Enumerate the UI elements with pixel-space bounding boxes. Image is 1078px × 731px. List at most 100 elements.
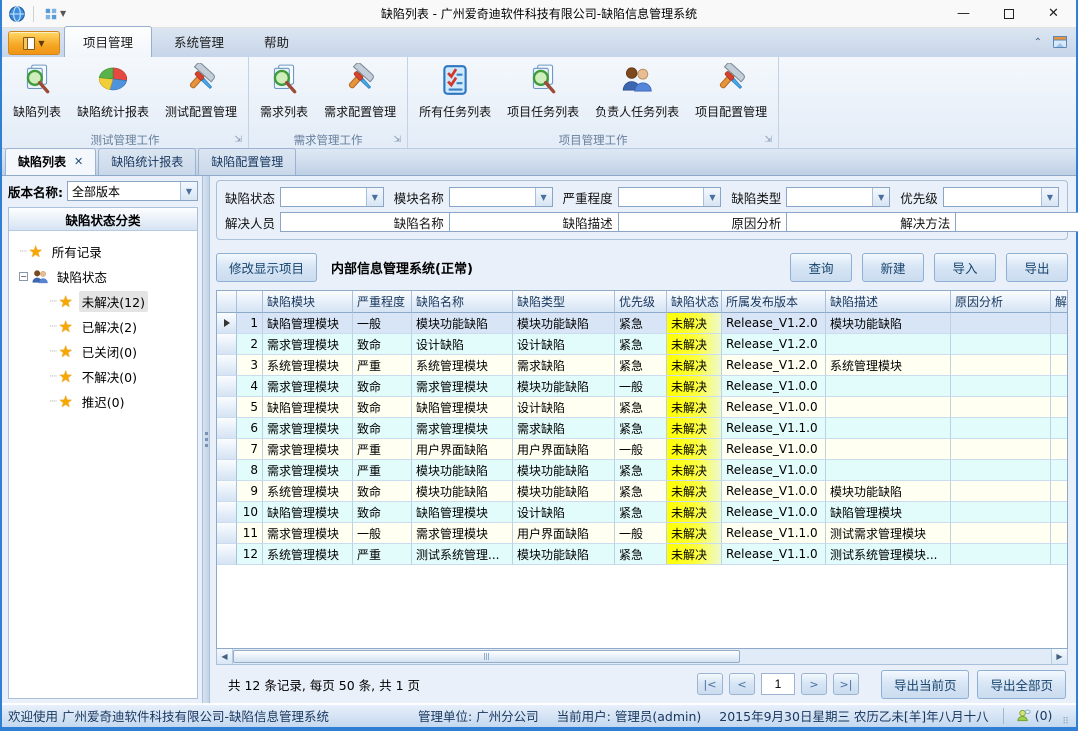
chevron-down-icon[interactable]: ▼ [872,188,889,206]
action-button-导入[interactable]: 导入 [934,253,996,282]
ribbon-tab-2[interactable]: 帮助 [246,27,307,57]
ribbon-group-footer: 测试管理工作⇲ [6,131,244,148]
tree-item-已关闭(0)[interactable]: ····★已关闭(0) [19,339,193,364]
page-number-input[interactable] [761,673,795,695]
cell-status: 未解决 [667,544,722,565]
cell-severity: 致命 [353,418,412,439]
tree-item-推迟(0)[interactable]: ····★推迟(0) [19,389,193,414]
minimize-button[interactable]: — [941,0,986,27]
table-row[interactable]: 1缺陷管理模块一般模块功能缺陷模块功能缺陷紧急未解决Release_V1.2.0… [217,313,1068,334]
tree-item-已解决(2)[interactable]: ····★已解决(2) [19,314,193,339]
ribbon-button-缺陷统计报表[interactable]: 缺陷统计报表 [70,60,156,122]
column-header-所属发布版本[interactable]: 所属发布版本 [722,291,826,313]
horizontal-scrollbar[interactable]: ◀ ▶ [216,649,1068,665]
column-header-缺陷类型[interactable]: 缺陷类型 [513,291,615,313]
ribbon-button-负责人任务列表[interactable]: 负责人任务列表 [588,60,686,122]
column-header-缺陷名称[interactable]: 缺陷名称 [412,291,513,313]
next-page-button[interactable]: > [801,673,827,695]
export-current-page-button[interactable]: 导出当前页 [881,670,970,699]
column-header-缺陷模块[interactable]: 缺陷模块 [263,291,353,313]
collapse-ribbon-icon[interactable]: ⌃ [1034,37,1042,48]
ribbon-tab-0[interactable]: 项目管理 [64,26,152,57]
titlebar: ▼ 缺陷列表 - 广州爱奇迪软件科技有限公司-缺陷信息管理系统 — ✕ [2,0,1076,28]
tree-item-未解决(12)[interactable]: ····★未解决(12) [19,289,193,314]
column-header-严重程度[interactable]: 严重程度 [353,291,412,313]
dialog-launcher-icon[interactable]: ⇲ [235,136,243,145]
table-row[interactable]: 11需求管理模块一般需求管理模块用户界面缺陷一般未解决Release_V1.1.… [217,523,1068,544]
ribbon-button-需求配置管理[interactable]: 需求配置管理 [317,60,403,122]
chevron-down-icon[interactable]: ▼ [1041,188,1058,206]
app-logo-icon [8,5,26,23]
tree-item-label: 推迟(0) [79,391,128,412]
quick-access-toolbar-button[interactable]: ▼ [41,5,69,23]
chevron-down-icon[interactable]: ▼ [535,188,552,206]
action-button-新建[interactable]: 新建 [862,253,924,282]
about-icon[interactable] [1052,34,1068,50]
chevron-down-icon[interactable]: ▼ [180,182,197,200]
doc-tab-缺陷统计报表[interactable]: 缺陷统计报表 [98,148,196,175]
ribbon-button-项目配置管理[interactable]: 项目配置管理 [688,60,774,122]
缺陷状态-combobox[interactable]: ▼ [280,187,384,207]
dialog-launcher-icon[interactable]: ⇲ [394,136,402,145]
严重程度-combobox[interactable]: ▼ [618,187,722,207]
version-combobox[interactable]: 全部版本 ▼ [67,181,198,201]
last-page-button[interactable]: >| [833,673,859,695]
table-row[interactable]: 8需求管理模块严重模块功能缺陷模块功能缺陷紧急未解决Release_V1.0.0 [217,460,1068,481]
splitter-handle[interactable] [202,176,210,703]
ribbon-button-需求列表[interactable]: 需求列表 [253,60,315,122]
table-row[interactable]: 2需求管理模块致命设计缺陷设计缺陷紧急未解决Release_V1.2.0 [217,334,1068,355]
ribbon-tab-1[interactable]: 系统管理 [156,27,242,57]
缺陷类型-combobox[interactable]: ▼ [786,187,890,207]
ribbon-button-所有任务列表[interactable]: 所有任务列表 [412,60,498,122]
table-row[interactable]: 6需求管理模块致命需求管理模块需求缺陷紧急未解决Release_V1.1.0 [217,418,1068,439]
column-header-原因分析[interactable]: 原因分析 [951,291,1051,313]
scrollbar-track[interactable] [233,649,1051,664]
application-menu-button[interactable]: ▼ [8,31,60,55]
action-button-导出[interactable]: 导出 [1006,253,1068,282]
table-row[interactable]: 3系统管理模块严重系统管理模块需求缺陷紧急未解决Release_V1.2.0系统… [217,355,1068,376]
table-row[interactable]: 5缺陷管理模块致命缺陷管理模块设计缺陷紧急未解决Release_V1.0.0 [217,397,1068,418]
doc-tab-缺陷列表[interactable]: 缺陷列表✕ [5,148,96,175]
cell-desc [826,460,951,481]
ribbon-button-项目任务列表[interactable]: 项目任务列表 [500,60,586,122]
table-row[interactable]: 7需求管理模块严重用户界面缺陷用户界面缺陷一般未解决Release_V1.0.0 [217,439,1068,460]
action-button-查询[interactable]: 查询 [790,253,852,282]
collapse-icon[interactable]: − [19,272,28,281]
模块名称-combobox[interactable]: ▼ [449,187,553,207]
column-header-缺陷状态[interactable]: 缺陷状态 [667,291,722,313]
scrollbar-thumb[interactable] [233,650,740,663]
ribbon-button-测试配置管理[interactable]: 测试配置管理 [158,60,244,122]
row-indicator-cell [217,376,237,397]
doc-tab-缺陷配置管理[interactable]: 缺陷配置管理 [198,148,296,175]
message-indicator[interactable]: (0) [1016,708,1053,723]
column-header-优先级[interactable]: 优先级 [615,291,667,313]
resize-grip[interactable]: ⠿ [1062,717,1070,727]
export-all-pages-button[interactable]: 导出全部页 [977,670,1066,699]
column-header-缺陷描述[interactable]: 缺陷描述 [826,291,951,313]
chevron-down-icon[interactable]: ▼ [703,188,720,206]
column-header-解决方法[interactable]: 解决方法 [1051,291,1068,313]
tree-item-不解决(0)[interactable]: ····★不解决(0) [19,364,193,389]
ribbon-button-缺陷列表[interactable]: 缺陷列表 [6,60,68,122]
maximize-button[interactable] [986,0,1031,27]
cell-release: Release_V1.0.0 [722,481,826,502]
first-page-button[interactable]: |< [697,673,723,695]
table-row[interactable]: 12系统管理模块严重测试系统管理...模块功能缺陷紧急未解决Release_V1… [217,544,1068,565]
table-row[interactable]: 10缺陷管理模块致命缺陷管理模块设计缺陷紧急未解决Release_V1.0.0缺… [217,502,1068,523]
tree-item-缺陷状态[interactable]: −缺陷状态 [19,264,193,289]
close-icon[interactable]: ✕ [74,155,83,168]
close-button[interactable]: ✕ [1031,0,1076,27]
解决方法-input[interactable] [955,212,1078,232]
dialog-launcher-icon[interactable]: ⇲ [765,136,773,145]
优先级-combobox[interactable]: ▼ [943,187,1059,207]
scroll-right-icon[interactable]: ▶ [1051,649,1067,664]
tree-item-所有记录[interactable]: ····★所有记录 [19,239,193,264]
cell-desc [826,376,951,397]
table-row[interactable]: 4需求管理模块致命需求管理模块模块功能缺陷一般未解决Release_V1.0.0 [217,376,1068,397]
scroll-left-icon[interactable]: ◀ [217,649,233,664]
chevron-down-icon[interactable]: ▼ [366,188,383,206]
cell-priority: 紧急 [615,544,667,565]
prev-page-button[interactable]: < [729,673,755,695]
modify-display-items-button[interactable]: 修改显示项目 [216,253,317,282]
table-row[interactable]: 9系统管理模块致命模块功能缺陷模块功能缺陷紧急未解决Release_V1.0.0… [217,481,1068,502]
